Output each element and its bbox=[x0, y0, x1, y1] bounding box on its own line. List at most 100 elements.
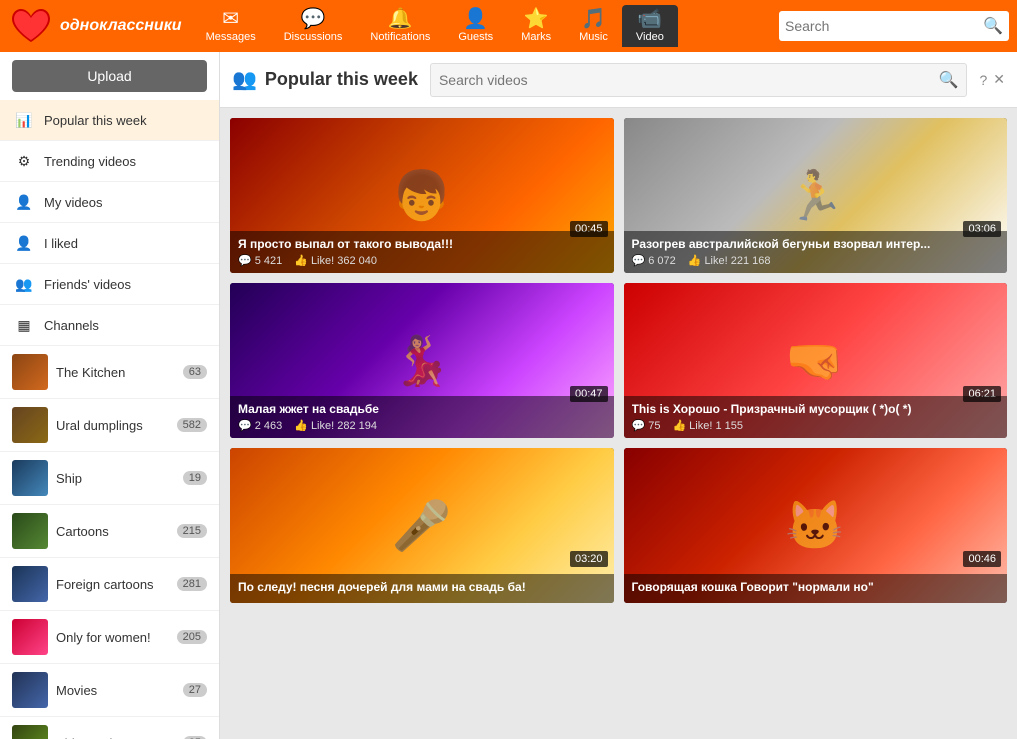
video-grid: 👦 00:45 Я просто выпал от такого вывода!… bbox=[220, 108, 1017, 739]
sidebar-item-myvideos[interactable]: 👤 My videos bbox=[0, 182, 219, 223]
help-button[interactable]: ? bbox=[979, 72, 987, 88]
sidebar-item-popular[interactable]: 📊 Popular this week bbox=[0, 100, 219, 141]
video-search-input[interactable] bbox=[439, 72, 939, 88]
trending-icon: ⚙ bbox=[12, 149, 36, 173]
logo-icon bbox=[8, 6, 54, 46]
sidebar-item-women[interactable]: Only for women! 205 bbox=[0, 611, 219, 664]
sidebar-item-kidsmovies[interactable]: Kids movies 25 bbox=[0, 717, 219, 739]
video-thumb-v1: 👦 00:45 Я просто выпал от такого вывода!… bbox=[230, 118, 614, 273]
nav-video[interactable]: 📹 Video bbox=[622, 5, 678, 47]
content-area: 👥 Popular this week 🔍 ? ✕ 👦 00:45 Я прос… bbox=[220, 52, 1017, 739]
video-card-v2[interactable]: 🏃 03:06 Разогрев австралийской бегуньи в… bbox=[624, 118, 1008, 273]
video-stats-v4: 💬 75 👍 Like! 1 155 bbox=[632, 419, 1000, 432]
sidebar-item-ship[interactable]: Ship 19 bbox=[0, 452, 219, 505]
upload-button[interactable]: Upload bbox=[12, 60, 207, 92]
friends-icon: 👥 bbox=[12, 272, 36, 296]
popular-icon: 📊 bbox=[12, 108, 36, 132]
video-duration-v5: 03:20 bbox=[570, 551, 608, 567]
video-comments-v2: 💬 6 072 bbox=[632, 254, 676, 267]
video-info-v2: Разогрев австралийской бегуньи взорвал и… bbox=[624, 231, 1008, 273]
sidebar-item-foreigncartoons[interactable]: Foreign cartoons 281 bbox=[0, 558, 219, 611]
video-thumb-v4: 🤜 06:21 This is Хорошо - Призрачный мусо… bbox=[624, 283, 1008, 438]
kidsmovies-thumb bbox=[12, 725, 48, 739]
like-icon: 👍 bbox=[672, 419, 686, 432]
video-thumb-v3: 💃 00:47 Малая жжет на свадьбе 💬 2 463 👍 … bbox=[230, 283, 614, 438]
video-likes-v2: 👍 Like! 221 168 bbox=[688, 254, 771, 267]
video-card-v5[interactable]: 🎤 03:20 По следу! песня дочерей для мами… bbox=[230, 448, 614, 603]
messages-icon: ✉ bbox=[222, 9, 239, 29]
like-icon: 👍 bbox=[294, 254, 308, 267]
sidebar-item-channels[interactable]: ▦ Channels bbox=[0, 305, 219, 346]
nav-notifications[interactable]: 🔔 Notifications bbox=[356, 5, 444, 47]
sidebar-item-foreigncartoons-label: Foreign cartoons bbox=[56, 577, 169, 592]
nav-music[interactable]: 🎵 Music bbox=[565, 5, 622, 47]
sidebar-item-ural[interactable]: Ural dumplings 582 bbox=[0, 399, 219, 452]
cartoons-count: 215 bbox=[177, 524, 207, 538]
nav-guests[interactable]: 👤 Guests bbox=[444, 5, 507, 47]
video-card-v4[interactable]: 🤜 06:21 This is Хорошо - Призрачный мусо… bbox=[624, 283, 1008, 438]
guests-icon: 👤 bbox=[463, 9, 488, 29]
nav-messages-label: Messages bbox=[206, 31, 256, 43]
sidebar-item-popular-label: Popular this week bbox=[44, 113, 207, 128]
liked-icon: 👤 bbox=[12, 231, 36, 255]
like-icon: 👍 bbox=[294, 419, 308, 432]
nav-marks-label: Marks bbox=[521, 31, 551, 43]
marks-icon: ⭐ bbox=[524, 9, 549, 29]
sidebar-item-liked-label: I liked bbox=[44, 236, 207, 251]
video-thumb-v6: 🐱 00:46 Говорящая кошка Говорит "нормали… bbox=[624, 448, 1008, 603]
video-title-v1: Я просто выпал от такого вывода!!! bbox=[238, 237, 606, 251]
global-search-input[interactable] bbox=[785, 18, 983, 34]
video-thumb-v2: 🏃 03:06 Разогрев австралийской бегуньи в… bbox=[624, 118, 1008, 273]
logo-area: одноклассники bbox=[8, 6, 182, 46]
nav-discussions[interactable]: 💬 Discussions bbox=[270, 5, 357, 47]
notifications-icon: 🔔 bbox=[388, 9, 413, 29]
nav-items: ✉ Messages 💬 Discussions 🔔 Notifications… bbox=[192, 5, 779, 47]
sidebar-item-kitchen[interactable]: The Kitchen 63 bbox=[0, 346, 219, 399]
video-stats-v3: 💬 2 463 👍 Like! 282 194 bbox=[238, 419, 606, 432]
ship-count: 19 bbox=[183, 471, 207, 485]
sidebar-item-kidsmovies-label: Kids movies bbox=[56, 736, 175, 739]
video-title-v6: Говорящая кошка Говорит "нормали но" bbox=[632, 580, 1000, 594]
logo-text: одноклассники bbox=[60, 17, 182, 35]
global-search-button[interactable]: 🔍 bbox=[983, 16, 1003, 36]
sidebar-item-cartoons-label: Cartoons bbox=[56, 524, 169, 539]
video-search-bar[interactable]: 🔍 bbox=[430, 63, 968, 97]
global-search-bar[interactable]: 🔍 bbox=[779, 11, 1009, 41]
kitchen-count: 63 bbox=[183, 365, 207, 379]
video-likes-v1: 👍 Like! 362 040 bbox=[294, 254, 377, 267]
nav-notifications-label: Notifications bbox=[370, 31, 430, 43]
sidebar-item-liked[interactable]: 👤 I liked bbox=[0, 223, 219, 264]
nav-marks[interactable]: ⭐ Marks bbox=[507, 5, 565, 47]
video-comments-v4: 💬 75 bbox=[632, 419, 661, 432]
video-thumb-v5: 🎤 03:20 По следу! песня дочерей для мами… bbox=[230, 448, 614, 603]
help-close-area: ? ✕ bbox=[979, 71, 1005, 88]
content-title-icon: 👥 bbox=[232, 67, 257, 92]
sidebar-item-movies[interactable]: Movies 27 bbox=[0, 664, 219, 717]
foreigncartoons-count: 281 bbox=[177, 577, 207, 591]
channels-icon: ▦ bbox=[12, 313, 36, 337]
sidebar-item-cartoons[interactable]: Cartoons 215 bbox=[0, 505, 219, 558]
sidebar-item-trending-label: Trending videos bbox=[44, 154, 207, 169]
video-title-v3: Малая жжет на свадьбе bbox=[238, 402, 606, 416]
kitchen-thumb bbox=[12, 354, 48, 390]
video-card-v6[interactable]: 🐱 00:46 Говорящая кошка Говорит "нормали… bbox=[624, 448, 1008, 603]
sidebar-item-trending[interactable]: ⚙ Trending videos bbox=[0, 141, 219, 182]
discussions-icon: 💬 bbox=[301, 9, 326, 29]
content-title: Popular this week bbox=[265, 69, 418, 90]
video-card-v1[interactable]: 👦 00:45 Я просто выпал от такого вывода!… bbox=[230, 118, 614, 273]
nav-messages[interactable]: ✉ Messages bbox=[192, 5, 270, 47]
cartoons-thumb bbox=[12, 513, 48, 549]
sidebar-scroll[interactable]: 📊 Popular this week ⚙ Trending videos 👤 … bbox=[0, 100, 219, 739]
video-icon: 📹 bbox=[637, 9, 662, 29]
sidebar-item-channels-label: Channels bbox=[44, 318, 207, 333]
close-button[interactable]: ✕ bbox=[993, 71, 1005, 88]
video-card-v3[interactable]: 💃 00:47 Малая жжет на свадьбе 💬 2 463 👍 … bbox=[230, 283, 614, 438]
video-search-button[interactable]: 🔍 bbox=[939, 70, 959, 90]
content-header: 👥 Popular this week 🔍 ? ✕ bbox=[220, 52, 1017, 108]
sidebar-item-friends[interactable]: 👥 Friends' videos bbox=[0, 264, 219, 305]
music-icon: 🎵 bbox=[581, 9, 606, 29]
women-thumb bbox=[12, 619, 48, 655]
video-comments-v1: 💬 5 421 bbox=[238, 254, 282, 267]
sidebar: Upload 📊 Popular this week ⚙ Trending vi… bbox=[0, 52, 220, 739]
video-info-v5: По следу! песня дочерей для мами на свад… bbox=[230, 574, 614, 603]
